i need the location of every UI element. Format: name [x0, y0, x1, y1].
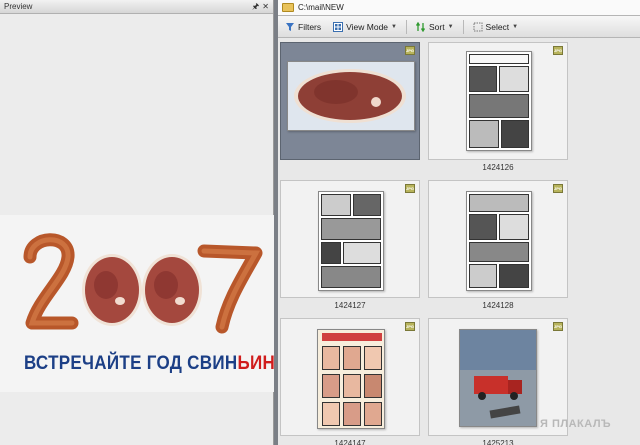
- toolbar: Filters View Mode ▼ Sort ▼ Select ▼: [278, 16, 640, 38]
- view-mode-label: View Mode: [346, 21, 389, 32]
- truck-photo-image: [460, 330, 536, 426]
- watermark-text: Я ПЛАКАЛЪ: [540, 418, 612, 430]
- thumbnail-image: [466, 191, 532, 291]
- chevron-down-icon: ▼: [512, 23, 519, 30]
- jpg-badge-icon: JPG: [405, 46, 415, 55]
- meat-slice-image: [294, 69, 406, 123]
- sort-button[interactable]: Sort ▼: [413, 20, 457, 34]
- sort-label: Sort: [429, 21, 445, 32]
- preview-image: ВСТРЕЧАЙТЕ ГОД СВИНЬИНЫ: [0, 215, 274, 392]
- preview-header-icons: 🖈 ✕: [252, 2, 269, 11]
- select-button[interactable]: Select ▼: [470, 20, 522, 34]
- caption-red: ЬИНЫ: [237, 351, 274, 374]
- jpg-badge-icon: JPG: [553, 322, 563, 331]
- jpg-badge-icon: JPG: [553, 184, 563, 193]
- preview-pane: Preview 🖈 ✕ ВСТРЕЧАЙТЕ ГОД СВИНЬИН: [0, 0, 274, 445]
- jpg-badge-icon: JPG: [553, 46, 563, 55]
- file-browser: C:\mail\NEW Filters View Mode ▼ Sort ▼ S…: [278, 0, 640, 445]
- thumbnail-image: [318, 191, 384, 291]
- thumbnail-image: [459, 329, 537, 427]
- filter-icon: [286, 22, 294, 31]
- toolbar-separator: [406, 19, 407, 34]
- thumbnail-grid: JPG 1424088 JPG 1424126 JPG 1424127 JPG …: [278, 38, 640, 445]
- thumbnail-item[interactable]: JPG 1424127: [280, 180, 420, 310]
- thumbnail-label: 1424126: [482, 163, 514, 172]
- chevron-down-icon: ▼: [447, 23, 454, 30]
- year-2007-graphic: [23, 233, 263, 334]
- close-icon[interactable]: ✕: [262, 2, 269, 11]
- thumbnail-item[interactable]: JPG 1424147: [280, 318, 420, 445]
- thumbnail-item[interactable]: JPG 1424128: [428, 180, 568, 310]
- sort-icon: [416, 21, 426, 32]
- filters-button[interactable]: Filters: [282, 20, 324, 34]
- path-bar[interactable]: C:\mail\NEW: [278, 0, 640, 16]
- thumbnail-frame: JPG: [280, 42, 420, 160]
- select-icon: [473, 22, 483, 31]
- chevron-down-icon: ▼: [391, 23, 397, 30]
- filters-label: Filters: [298, 21, 322, 32]
- view-mode-icon: [333, 21, 344, 32]
- pin-icon[interactable]: 🖈: [252, 2, 259, 11]
- thumbnail-label: 1424127: [334, 301, 366, 310]
- thumbnail-label: 1424147: [334, 439, 366, 445]
- folder-icon: [282, 3, 294, 12]
- thumbnail-frame: JPG: [280, 318, 420, 436]
- jpg-badge-icon: JPG: [405, 322, 415, 331]
- path-text: C:\mail\NEW: [298, 3, 344, 12]
- view-mode-button[interactable]: View Mode ▼: [330, 20, 400, 34]
- preview-title: Preview: [4, 2, 33, 11]
- thumbnail-item[interactable]: JPG 1424126: [428, 42, 568, 172]
- thumbnail-image: [466, 51, 532, 151]
- select-label: Select: [485, 21, 510, 32]
- thumbnail-image: [317, 329, 385, 429]
- toolbar-separator: [462, 19, 464, 34]
- thumbnail-frame: JPG: [428, 180, 568, 298]
- thumbnail-frame: JPG: [280, 180, 420, 298]
- thumbnail-label: 1424128: [482, 301, 514, 310]
- preview-caption: ВСТРЕЧАЙТЕ ГОД СВИНЬИНЫ: [24, 352, 274, 375]
- thumbnail-item[interactable]: JPG 1424088: [280, 42, 420, 172]
- thumbnail-label: 1425213: [482, 439, 514, 445]
- thumbnail-label: 1424088: [334, 163, 366, 172]
- jpg-badge-icon: JPG: [405, 184, 415, 193]
- caption-main: ВСТРЕЧАЙТЕ ГОД СВИН: [24, 351, 238, 374]
- thumbnail-image: [287, 61, 415, 131]
- preview-header: Preview 🖈 ✕: [0, 0, 273, 14]
- thumbnail-frame: JPG: [428, 42, 568, 160]
